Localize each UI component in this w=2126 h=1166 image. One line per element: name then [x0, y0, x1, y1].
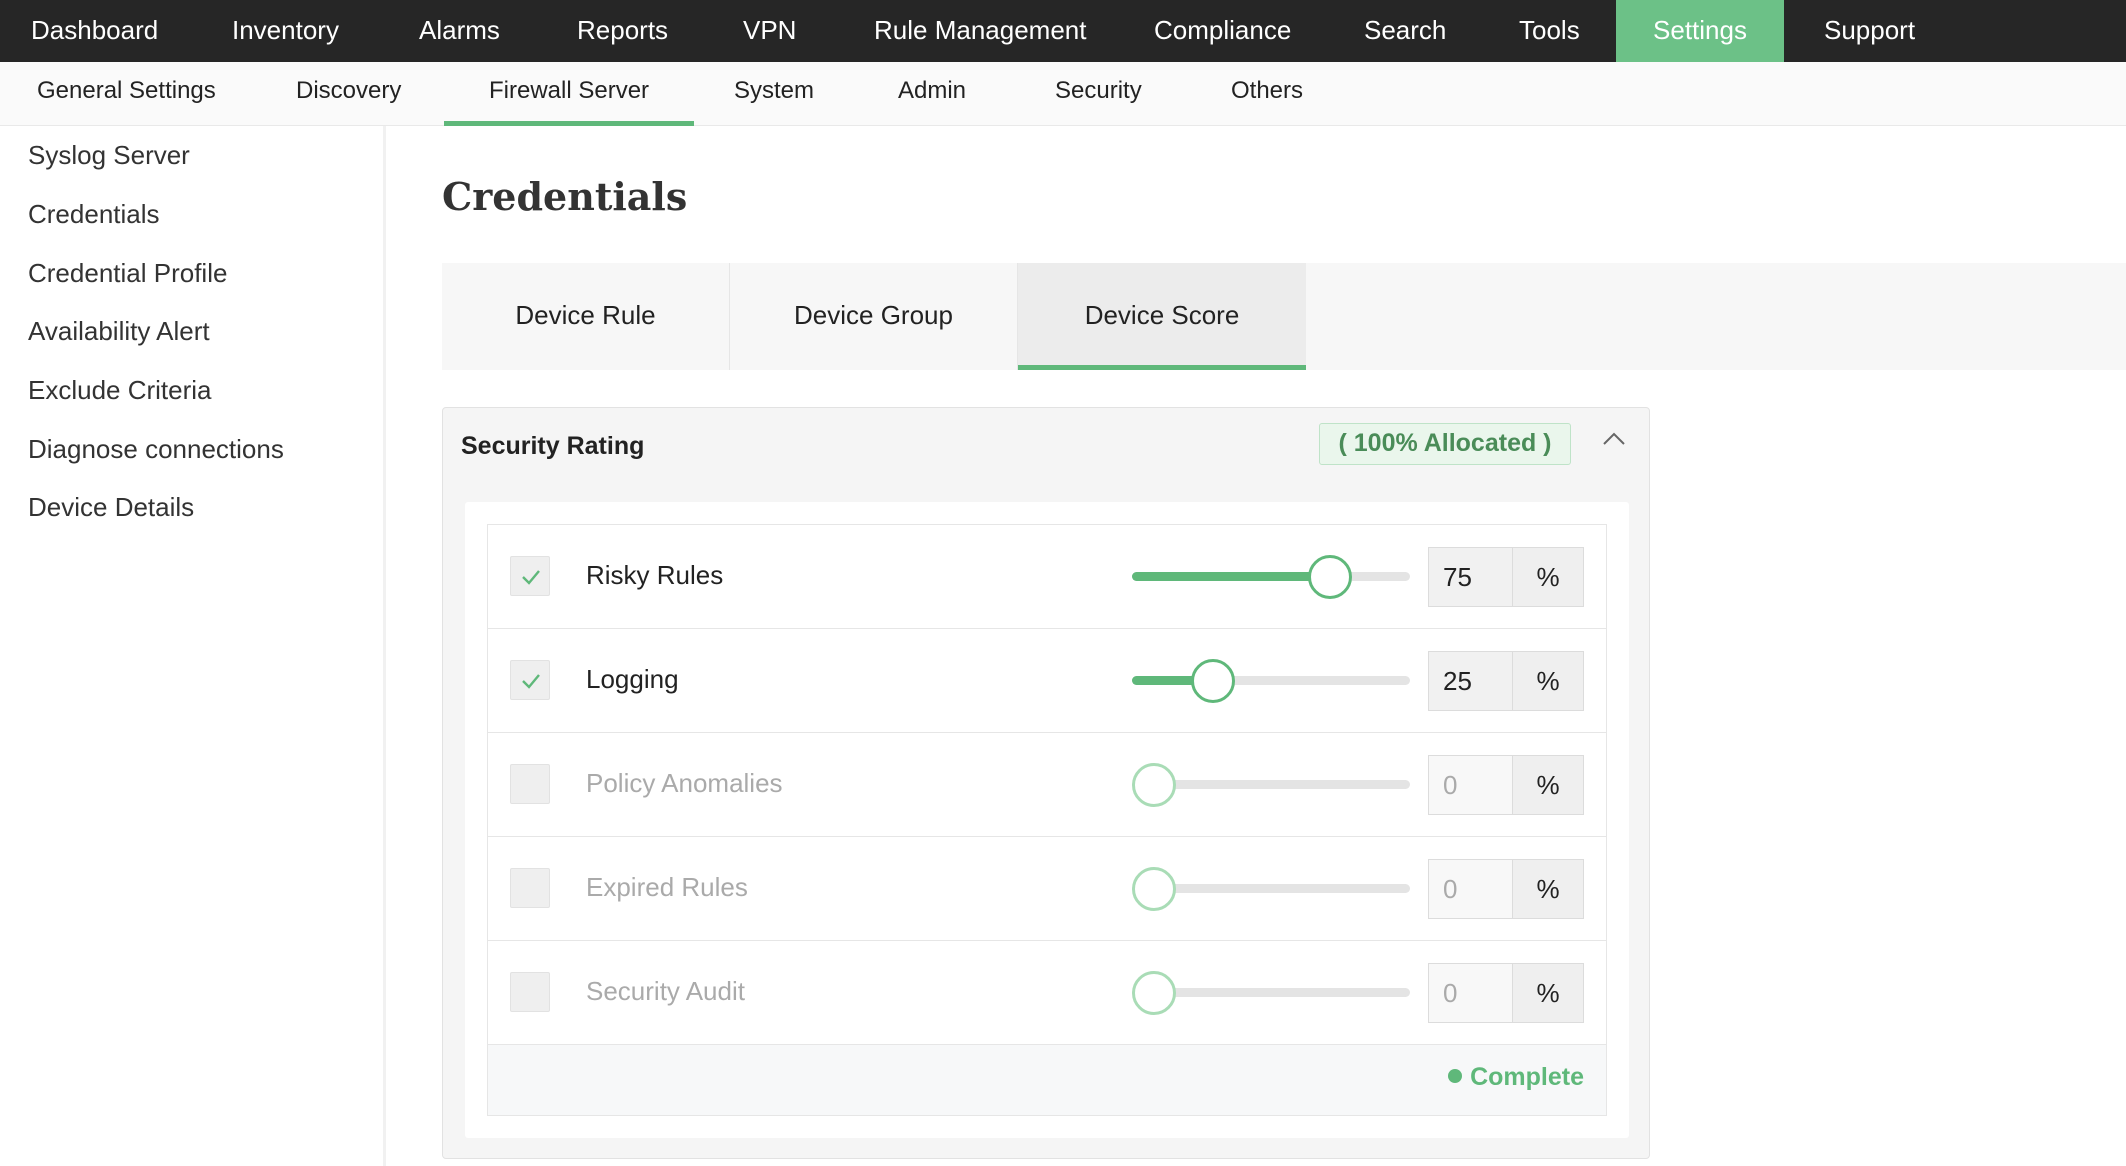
risky-rules-label: Risky Rules: [586, 560, 724, 590]
subnav-item-firewall-server[interactable]: Firewall Server: [443, 62, 695, 126]
expired-rules-slider[interactable]: [1132, 867, 1410, 911]
policy-anomalies-label: Policy Anomalies: [586, 768, 783, 798]
subnav-item-admin[interactable]: Admin: [898, 62, 966, 126]
subnav-item-system[interactable]: System: [734, 62, 814, 126]
rating-row-risky-rules: Risky Rules 75 %: [488, 525, 1606, 629]
topnav-item-settings[interactable]: Settings: [1616, 0, 1784, 62]
logging-label: Logging: [586, 664, 679, 694]
allocation-badge: ( 100% Allocated ): [1319, 423, 1571, 465]
sidebar-item-diagnose-connections[interactable]: Diagnose connections: [28, 434, 284, 465]
sidebar-item-exclude-criteria[interactable]: Exclude Criteria: [28, 375, 212, 406]
logging-checkbox[interactable]: [510, 660, 550, 700]
subnav-item-security[interactable]: Security: [1055, 62, 1142, 126]
security-audit-checkbox[interactable]: [510, 972, 550, 1012]
security-audit-value-input[interactable]: 0: [1428, 963, 1513, 1023]
logging-slider[interactable]: [1132, 659, 1410, 703]
status-dot-icon: [1448, 1069, 1463, 1084]
top-navigation: Dashboard Inventory Alarms Reports VPN R…: [0, 0, 2126, 62]
sidebar-item-availability-alert[interactable]: Availability Alert: [28, 316, 210, 347]
policy-anomalies-value-input[interactable]: 0: [1428, 755, 1513, 815]
percent-unit: %: [1512, 755, 1584, 815]
percent-unit: %: [1512, 859, 1584, 919]
slider-handle[interactable]: [1190, 659, 1235, 703]
policy-anomalies-slider[interactable]: [1132, 763, 1410, 807]
rating-row-expired-rules: Expired Rules 0 %: [488, 837, 1606, 941]
check-icon: [522, 674, 540, 689]
policy-anomalies-checkbox[interactable]: [510, 764, 550, 804]
expired-rules-label: Expired Rules: [586, 872, 748, 902]
topnav-item-alarms[interactable]: Alarms: [419, 0, 500, 62]
topnav-item-reports[interactable]: Reports: [577, 0, 668, 62]
topnav-item-support[interactable]: Support: [1824, 0, 1915, 62]
topnav-item-rule-management[interactable]: Rule Management: [874, 0, 1086, 62]
topnav-item-compliance[interactable]: Compliance: [1154, 0, 1291, 62]
rating-container: Risky Rules 75 % Logging 25 % Policy Ano…: [465, 502, 1629, 1138]
tab-device-group[interactable]: Device Group: [730, 263, 1018, 370]
rating-row-policy-anomalies: Policy Anomalies 0 %: [488, 733, 1606, 837]
expired-rules-checkbox[interactable]: [510, 868, 550, 908]
rating-row-logging: Logging 25 %: [488, 629, 1606, 733]
logging-value-input[interactable]: 25: [1428, 651, 1513, 711]
sidebar-item-device-details[interactable]: Device Details: [28, 492, 194, 523]
sidebar-item-credentials[interactable]: Credentials: [28, 199, 160, 230]
tab-bar: Device Rule Device Group Device Score: [442, 263, 2126, 370]
subnav-item-discovery[interactable]: Discovery: [296, 62, 401, 126]
chevron-up-icon[interactable]: [1600, 426, 1628, 454]
rating-list: Risky Rules 75 % Logging 25 % Policy Ano…: [487, 524, 1607, 1116]
risky-rules-value-input[interactable]: 75: [1428, 547, 1513, 607]
slider-handle[interactable]: [1132, 763, 1176, 807]
percent-unit: %: [1512, 963, 1584, 1023]
subnav-item-others[interactable]: Others: [1231, 62, 1303, 126]
percent-unit: %: [1512, 651, 1584, 711]
panel-title: Security Rating: [461, 432, 645, 460]
topnav-item-dashboard[interactable]: Dashboard: [31, 0, 158, 62]
risky-rules-checkbox[interactable]: [510, 556, 550, 596]
rating-row-security-audit: Security Audit 0 %: [488, 941, 1606, 1045]
topnav-item-inventory[interactable]: Inventory: [232, 0, 339, 62]
sidebar: Syslog Server Credentials Credential Pro…: [0, 126, 386, 1166]
tab-device-rule[interactable]: Device Rule: [442, 263, 730, 370]
security-audit-label: Security Audit: [586, 976, 745, 1006]
topnav-item-search[interactable]: Search: [1364, 0, 1446, 62]
risky-rules-slider[interactable]: [1132, 555, 1410, 599]
sidebar-item-credential-profile[interactable]: Credential Profile: [28, 258, 227, 289]
status-text: Complete: [1470, 1063, 1584, 1091]
check-icon: [522, 570, 540, 585]
tab-device-score[interactable]: Device Score: [1018, 263, 1306, 370]
subnav-item-general-settings[interactable]: General Settings: [37, 62, 216, 126]
sub-navigation: General Settings Discovery Firewall Serv…: [0, 62, 2126, 126]
completion-status: Complete: [1448, 1063, 1584, 1092]
sidebar-item-syslog-server[interactable]: Syslog Server: [28, 140, 190, 171]
expired-rules-value-input[interactable]: 0: [1428, 859, 1513, 919]
security-rating-panel: Security Rating ( 100% Allocated ) Risky…: [442, 407, 1650, 1159]
slider-handle[interactable]: [1132, 971, 1176, 1015]
slider-handle[interactable]: [1307, 555, 1352, 599]
slider-handle[interactable]: [1132, 867, 1176, 911]
rating-footer: Complete: [488, 1045, 1606, 1115]
topnav-item-vpn[interactable]: VPN: [743, 0, 796, 62]
topnav-item-tools[interactable]: Tools: [1519, 0, 1580, 62]
percent-unit: %: [1512, 547, 1584, 607]
slider-fill: [1132, 572, 1330, 581]
page-title: Credentials: [442, 174, 688, 219]
security-audit-slider[interactable]: [1132, 971, 1410, 1015]
